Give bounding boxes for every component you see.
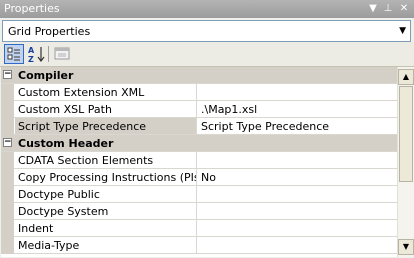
property-name[interactable]: Custom Extension XML [15, 84, 197, 100]
category-label: Compiler [18, 69, 74, 82]
chevron-down-icon[interactable]: ▼ [399, 26, 406, 36]
property-pages-button[interactable] [52, 44, 72, 64]
alphabetical-icon: A Z [28, 46, 45, 64]
row-margin [1, 101, 14, 118]
row-margin [1, 84, 14, 101]
svg-text:Z: Z [28, 55, 34, 64]
property-name[interactable]: Doctype System [15, 203, 197, 219]
row-margin [1, 152, 14, 169]
property-row[interactable]: Indent [1, 220, 397, 237]
object-selector-value: Grid Properties [8, 25, 91, 38]
category-custom-header[interactable]: − Custom Header [1, 135, 397, 152]
row-margin [1, 203, 14, 220]
property-row[interactable]: CDATA Section Elements [1, 152, 397, 169]
row-margin [1, 118, 14, 135]
property-value[interactable] [198, 220, 397, 236]
row-margin [1, 186, 14, 203]
svg-text:A: A [28, 46, 35, 55]
row-margin [1, 220, 14, 237]
scroll-down-icon[interactable]: ▼ [398, 239, 414, 255]
property-value[interactable] [198, 237, 397, 253]
properties-window: Properties ▼ ⊥ ✕ Grid Properties ▼ A Z −… [0, 0, 414, 258]
property-name[interactable]: Media-Type [15, 237, 197, 253]
toolbar-separator [48, 46, 49, 62]
row-margin [1, 169, 14, 186]
collapse-icon[interactable]: − [3, 70, 12, 79]
scroll-up-icon[interactable]: ▲ [398, 69, 414, 85]
property-row[interactable]: Custom Extension XML [1, 84, 397, 101]
scroll-thumb[interactable] [399, 86, 413, 182]
property-value[interactable] [198, 84, 397, 100]
property-grid: − Compiler Custom Extension XML Custom X… [1, 67, 397, 257]
collapse-icon[interactable]: − [3, 138, 12, 147]
property-value[interactable] [198, 152, 397, 168]
property-name[interactable]: Script Type Precedence [15, 118, 197, 134]
property-row-selected[interactable]: Script Type Precedence Script Type Prece… [1, 118, 397, 135]
property-name[interactable]: CDATA Section Elements [15, 152, 197, 168]
property-row[interactable]: Media-Type [1, 237, 397, 254]
window-title: Properties [4, 2, 60, 15]
row-margin [1, 237, 14, 254]
property-name[interactable]: Doctype Public [15, 186, 197, 202]
property-value[interactable] [198, 186, 397, 202]
property-value[interactable]: .\Map1.xsl [198, 101, 397, 117]
window-dropdown-icon[interactable]: ▼ [366, 1, 380, 16]
property-name[interactable]: Custom XSL Path [15, 101, 197, 117]
vertical-scrollbar[interactable]: ▲ ▼ [397, 67, 414, 257]
alphabetical-button[interactable]: A Z [27, 44, 47, 64]
property-name[interactable]: Indent [15, 220, 197, 236]
categorized-icon [7, 47, 20, 61]
property-row[interactable]: Doctype System [1, 203, 397, 220]
property-name[interactable]: Copy Processing Instructions (PIs) [15, 169, 197, 185]
categorized-button[interactable] [4, 44, 24, 64]
category-compiler[interactable]: − Compiler [1, 67, 397, 84]
property-value[interactable]: Script Type Precedence [198, 118, 397, 134]
property-pages-icon [54, 47, 70, 60]
object-selector[interactable]: Grid Properties ▼ [2, 20, 411, 42]
close-icon[interactable]: ✕ [397, 1, 411, 16]
property-row[interactable]: Custom XSL Path .\Map1.xsl [1, 101, 397, 118]
pin-icon[interactable]: ⊥ [381, 1, 395, 16]
property-value[interactable]: No [198, 169, 397, 185]
property-row[interactable]: Copy Processing Instructions (PIs) No [1, 169, 397, 186]
property-value[interactable] [198, 203, 397, 219]
toolbar: A Z [0, 42, 414, 67]
title-bar: Properties ▼ ⊥ ✕ [0, 0, 414, 18]
property-row[interactable]: Doctype Public [1, 186, 397, 203]
category-label: Custom Header [18, 137, 114, 150]
